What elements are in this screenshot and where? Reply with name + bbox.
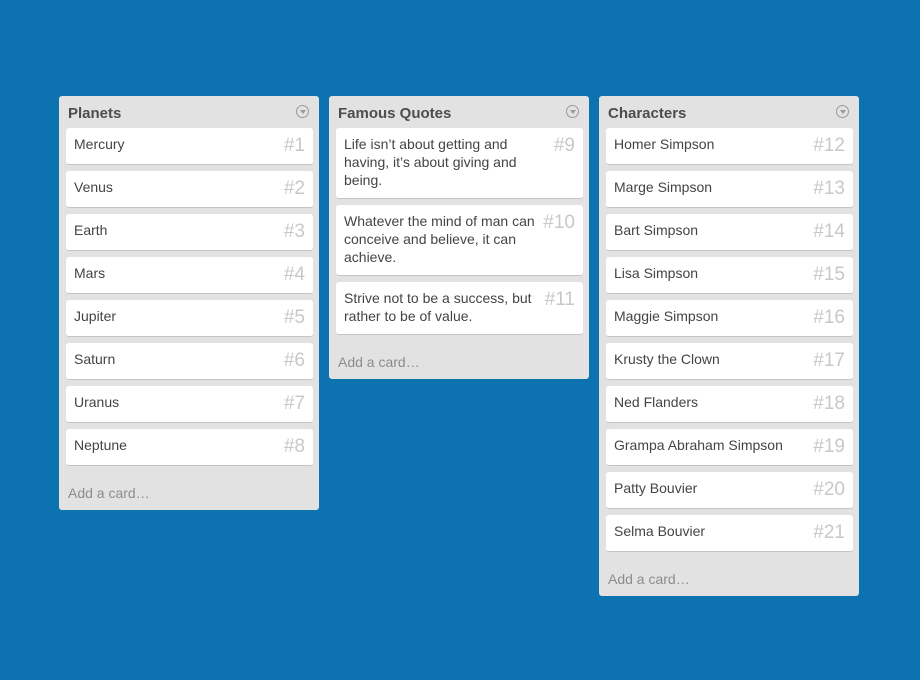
card-title: Earth xyxy=(74,222,108,238)
card-number: #1 xyxy=(283,135,305,156)
card-number: #2 xyxy=(283,178,305,199)
card-title: Lisa Simpson xyxy=(614,265,699,281)
card-title: Bart Simpson xyxy=(614,222,699,238)
card[interactable]: Krusty the Clown #17 xyxy=(606,343,853,380)
card[interactable]: Earth #3 xyxy=(66,214,313,251)
card[interactable]: Mercury #1 xyxy=(66,128,313,165)
card-number: #14 xyxy=(813,221,845,242)
card-number: #21 xyxy=(813,522,845,543)
card[interactable]: Grampa Abraham Simpson #19 xyxy=(606,429,853,466)
card-number: #16 xyxy=(813,307,845,328)
card[interactable]: Life isn’t about getting and having, it’… xyxy=(336,128,583,199)
list-title[interactable]: Famous Quotes xyxy=(338,105,451,122)
board: Planets Mercury #1 Venus #2 Earth #3 Mars #4… xyxy=(59,96,859,596)
card-title: Saturn xyxy=(74,351,116,367)
card-number: #3 xyxy=(283,221,305,242)
card[interactable]: Mars #4 xyxy=(66,257,313,294)
card[interactable]: Patty Bouvier #20 xyxy=(606,472,853,509)
card-title: Strive not to be a success, but rather t… xyxy=(344,290,532,324)
card-title: Jupiter xyxy=(74,308,117,324)
card-number: #5 xyxy=(283,307,305,328)
card[interactable]: Bart Simpson #14 xyxy=(606,214,853,251)
card-number: #19 xyxy=(813,436,845,457)
card-number: #12 xyxy=(813,135,845,156)
card[interactable]: Homer Simpson #12 xyxy=(606,128,853,165)
card-title: Life isn’t about getting and having, it’… xyxy=(344,136,517,188)
add-card-button[interactable]: Add a card… xyxy=(606,558,853,596)
card-title: Uranus xyxy=(74,394,120,410)
card[interactable]: Ned Flanders #18 xyxy=(606,386,853,423)
card[interactable]: Marge Simpson #13 xyxy=(606,171,853,208)
card[interactable]: Neptune #8 xyxy=(66,429,313,466)
add-card-button[interactable]: Add a card… xyxy=(66,472,313,510)
card[interactable]: Lisa Simpson #15 xyxy=(606,257,853,294)
card-number: #18 xyxy=(813,393,845,414)
card-title: Krusty the Clown xyxy=(614,351,720,367)
list-header: Characters xyxy=(606,96,853,128)
list-title[interactable]: Planets xyxy=(68,105,121,122)
card[interactable]: Whatever the mind of man can conceive an… xyxy=(336,205,583,276)
list-famous-quotes: Famous Quotes Life isn’t about getting a… xyxy=(329,96,589,379)
list-characters: Characters Homer Simpson #12 Marge Simpso… xyxy=(599,96,859,596)
card-title: Maggie Simpson xyxy=(614,308,719,324)
card[interactable]: Venus #2 xyxy=(66,171,313,208)
card-number: #11 xyxy=(544,289,575,310)
card-number: #4 xyxy=(283,264,305,285)
card-number: #13 xyxy=(813,178,845,199)
list-header: Famous Quotes xyxy=(336,96,583,128)
card-number: #7 xyxy=(283,393,305,414)
card-title: Homer Simpson xyxy=(614,136,715,152)
list-menu-icon[interactable] xyxy=(566,104,579,118)
card[interactable]: Saturn #6 xyxy=(66,343,313,380)
card-number: #10 xyxy=(543,212,575,233)
card-title: Ned Flanders xyxy=(614,394,699,410)
card-title: Whatever the mind of man can conceive an… xyxy=(344,213,535,265)
card-title: Mars xyxy=(74,265,106,281)
card-title: Mercury xyxy=(74,136,125,152)
card-number: #20 xyxy=(813,479,845,500)
list-menu-icon[interactable] xyxy=(296,104,309,118)
card-number: #15 xyxy=(813,264,845,285)
card-number: #17 xyxy=(813,350,845,371)
card[interactable]: Maggie Simpson #16 xyxy=(606,300,853,337)
card-title: Selma Bouvier xyxy=(614,523,706,539)
card-title: Venus xyxy=(74,179,113,195)
card-title: Patty Bouvier xyxy=(614,480,698,496)
list-header: Planets xyxy=(66,96,313,128)
card-number: #9 xyxy=(553,135,575,156)
card[interactable]: Uranus #7 xyxy=(66,386,313,423)
card-number: #8 xyxy=(283,436,305,457)
card-title: Marge Simpson xyxy=(614,179,713,195)
list-menu-icon[interactable] xyxy=(836,104,849,118)
card-number: #6 xyxy=(283,350,305,371)
card-title: Neptune xyxy=(74,437,127,453)
card[interactable]: Jupiter #5 xyxy=(66,300,313,337)
add-card-button[interactable]: Add a card… xyxy=(336,341,583,379)
card[interactable]: Selma Bouvier #21 xyxy=(606,515,853,552)
list-title[interactable]: Characters xyxy=(608,105,686,122)
card-title: Grampa Abraham Simpson xyxy=(614,437,783,453)
card[interactable]: Strive not to be a success, but rather t… xyxy=(336,282,583,335)
list-planets: Planets Mercury #1 Venus #2 Earth #3 Mars #4… xyxy=(59,96,319,510)
